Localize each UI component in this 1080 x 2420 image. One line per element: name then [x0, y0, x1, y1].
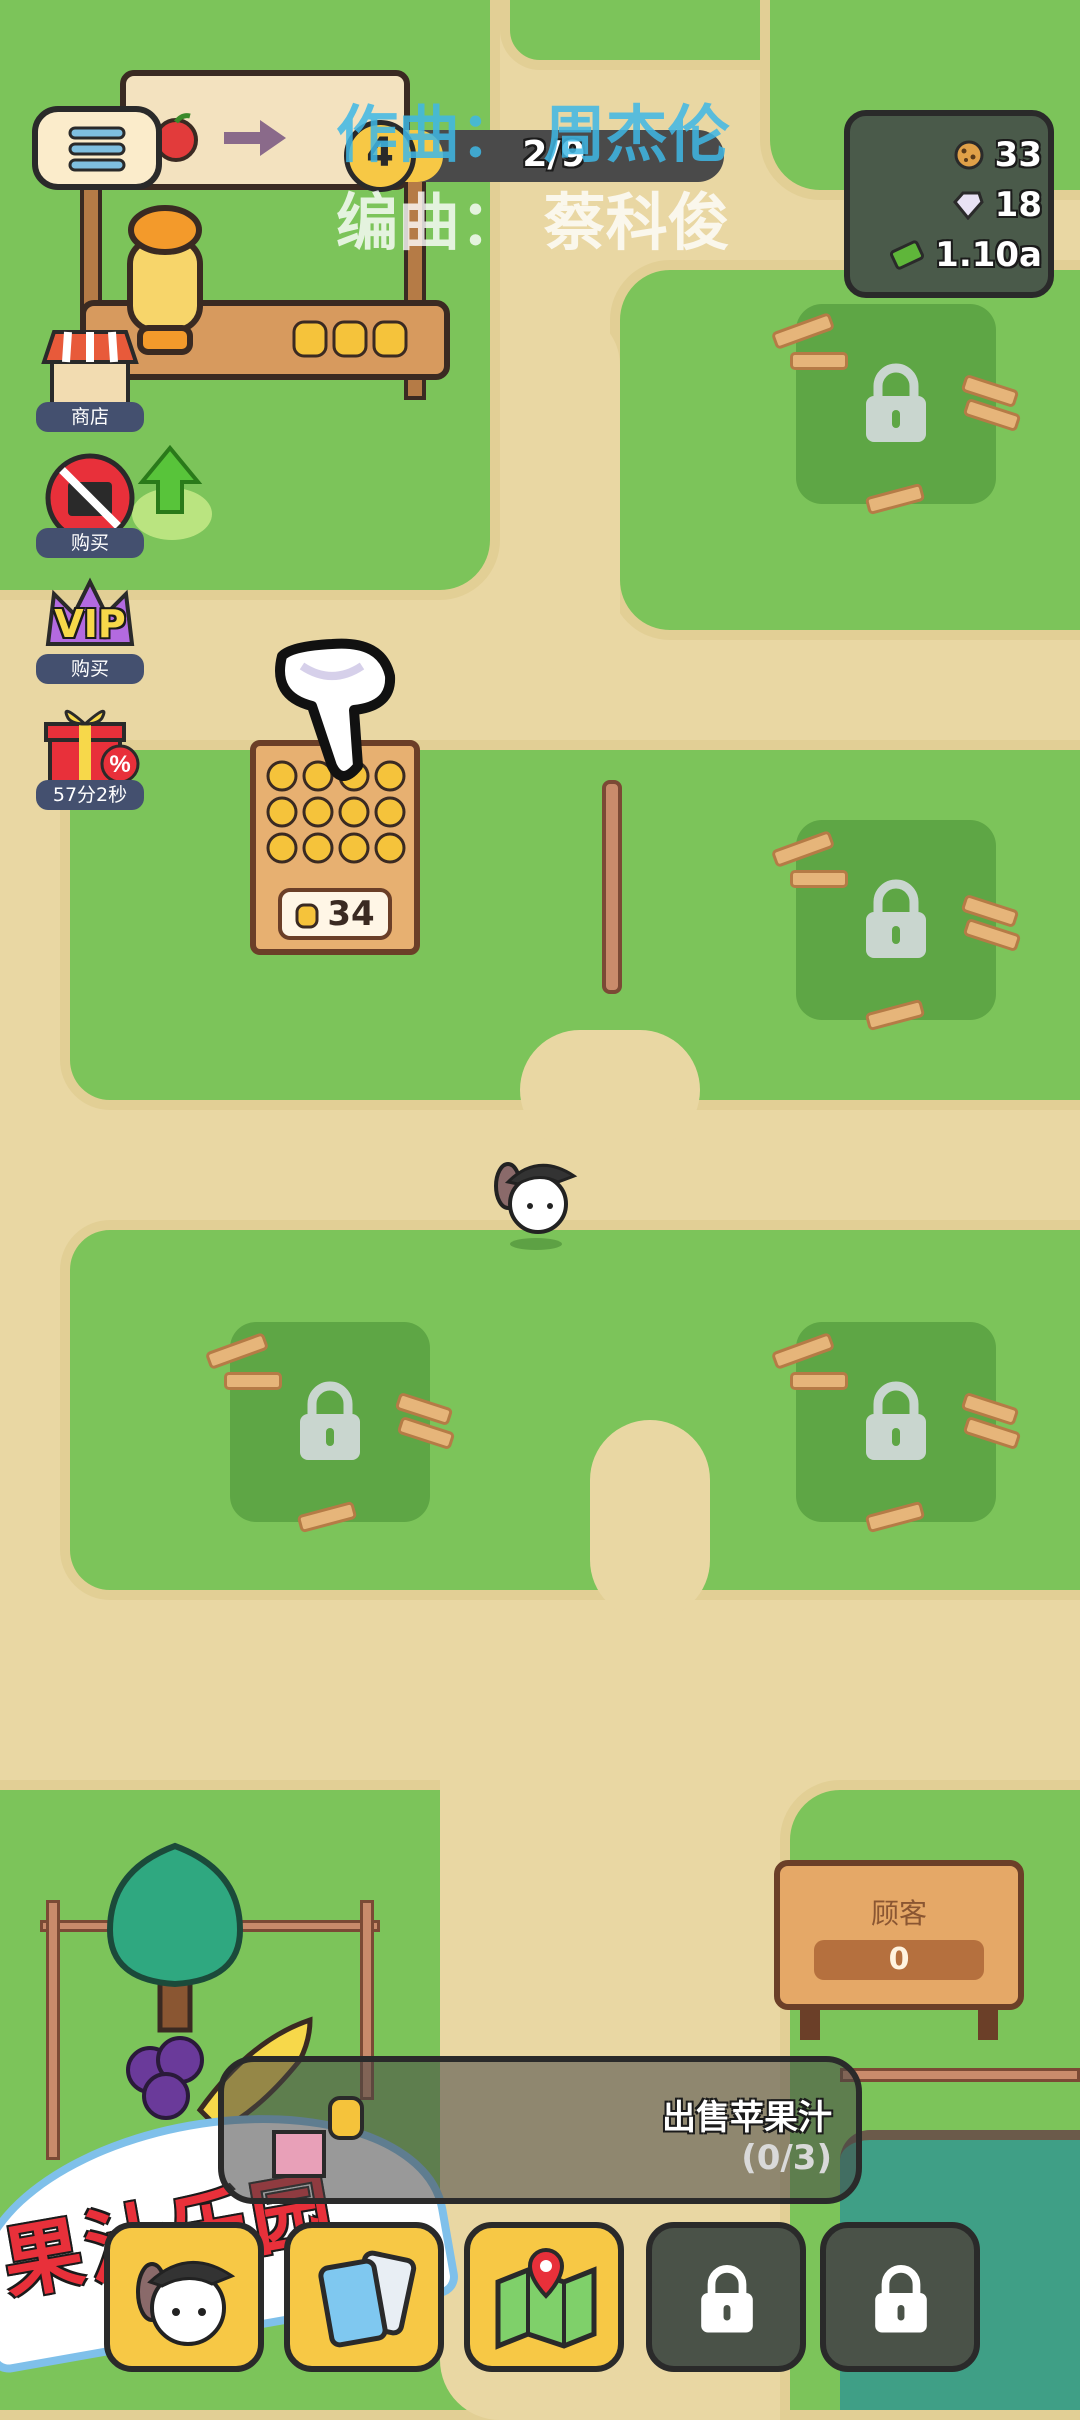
- path-segment: [510, 310, 620, 670]
- game-map: 34 顾客 0 果汁乐园: [0, 0, 1080, 2420]
- grass-area: [500, 0, 800, 70]
- cards-button[interactable]: [284, 2222, 444, 2372]
- cash-count: 1.10a: [935, 235, 1042, 275]
- no-ads-label: 购买: [36, 528, 144, 558]
- deck-button-locked[interactable]: [820, 2222, 980, 2372]
- crate-count: 34: [327, 894, 375, 934]
- fence: [46, 1900, 60, 2160]
- board-panel: [774, 1860, 1024, 2010]
- plank: [790, 1372, 848, 1390]
- juice-bottle-icon: [295, 903, 319, 929]
- player-character: [494, 1162, 578, 1250]
- customer-board[interactable]: 顾客 0: [774, 1860, 1024, 2040]
- gift-timer: 57分2秒: [36, 780, 144, 810]
- character-icon: [136, 2261, 236, 2346]
- quest-progress: (0/3): [741, 2138, 832, 2178]
- plank: [224, 1372, 282, 1390]
- cash-icon: [890, 240, 925, 270]
- menu-button[interactable]: [32, 106, 162, 190]
- hamburger-icon: [68, 126, 126, 172]
- resource-panel: 33 18 1.10a: [844, 110, 1054, 298]
- path-segment: [520, 1030, 700, 1150]
- customer-title: 顾客: [870, 1897, 927, 1930]
- resource-cookie: 33: [850, 132, 1042, 178]
- watermark-lyricist: 编曲： 蔡科俊: [336, 186, 730, 259]
- map-icon: [495, 2247, 597, 2350]
- resource-gem: 18: [850, 182, 1042, 228]
- fence-post: [602, 780, 622, 994]
- pet-button-locked[interactable]: [646, 2222, 806, 2372]
- lock-icon: [866, 363, 926, 442]
- cookie-count: 33: [994, 135, 1042, 175]
- gem-count: 18: [994, 185, 1042, 225]
- shop-label: 商店: [36, 402, 144, 432]
- map-button[interactable]: [464, 2222, 624, 2372]
- path-segment: [590, 1420, 710, 1620]
- crate-count-label: 34: [278, 888, 392, 940]
- lock-icon: [866, 1381, 926, 1460]
- quest-title: 出售苹果汁: [662, 2098, 832, 2138]
- svg-text:%: %: [109, 751, 130, 778]
- cookie-icon: [954, 140, 984, 170]
- plank: [790, 870, 848, 888]
- customer-count: 0: [814, 1940, 984, 1980]
- juice-bottles: [290, 310, 410, 360]
- juice-stand-icon: [272, 2096, 364, 2178]
- vip-text: VIP: [54, 602, 126, 646]
- plank: [790, 352, 848, 370]
- resource-cash: 1.10a: [850, 232, 1042, 278]
- lock-icon: [701, 2265, 753, 2333]
- lock-icon: [875, 2265, 927, 2333]
- gem-icon: [952, 191, 984, 220]
- character-button[interactable]: [104, 2222, 264, 2372]
- vip-label: 购买: [36, 654, 144, 684]
- quest-panel[interactable]: 出售苹果汁 (0/3): [218, 2056, 862, 2204]
- watermark-composer: 作曲： 周杰伦: [336, 98, 730, 171]
- arrow-right-icon: [224, 120, 286, 156]
- pointing-hand-icon: [275, 638, 396, 781]
- cards-icon: [318, 2250, 417, 2348]
- shop-icon: [41, 330, 139, 410]
- lock-icon: [866, 879, 926, 958]
- lock-icon: [300, 1381, 360, 1460]
- fence: [840, 2068, 1080, 2082]
